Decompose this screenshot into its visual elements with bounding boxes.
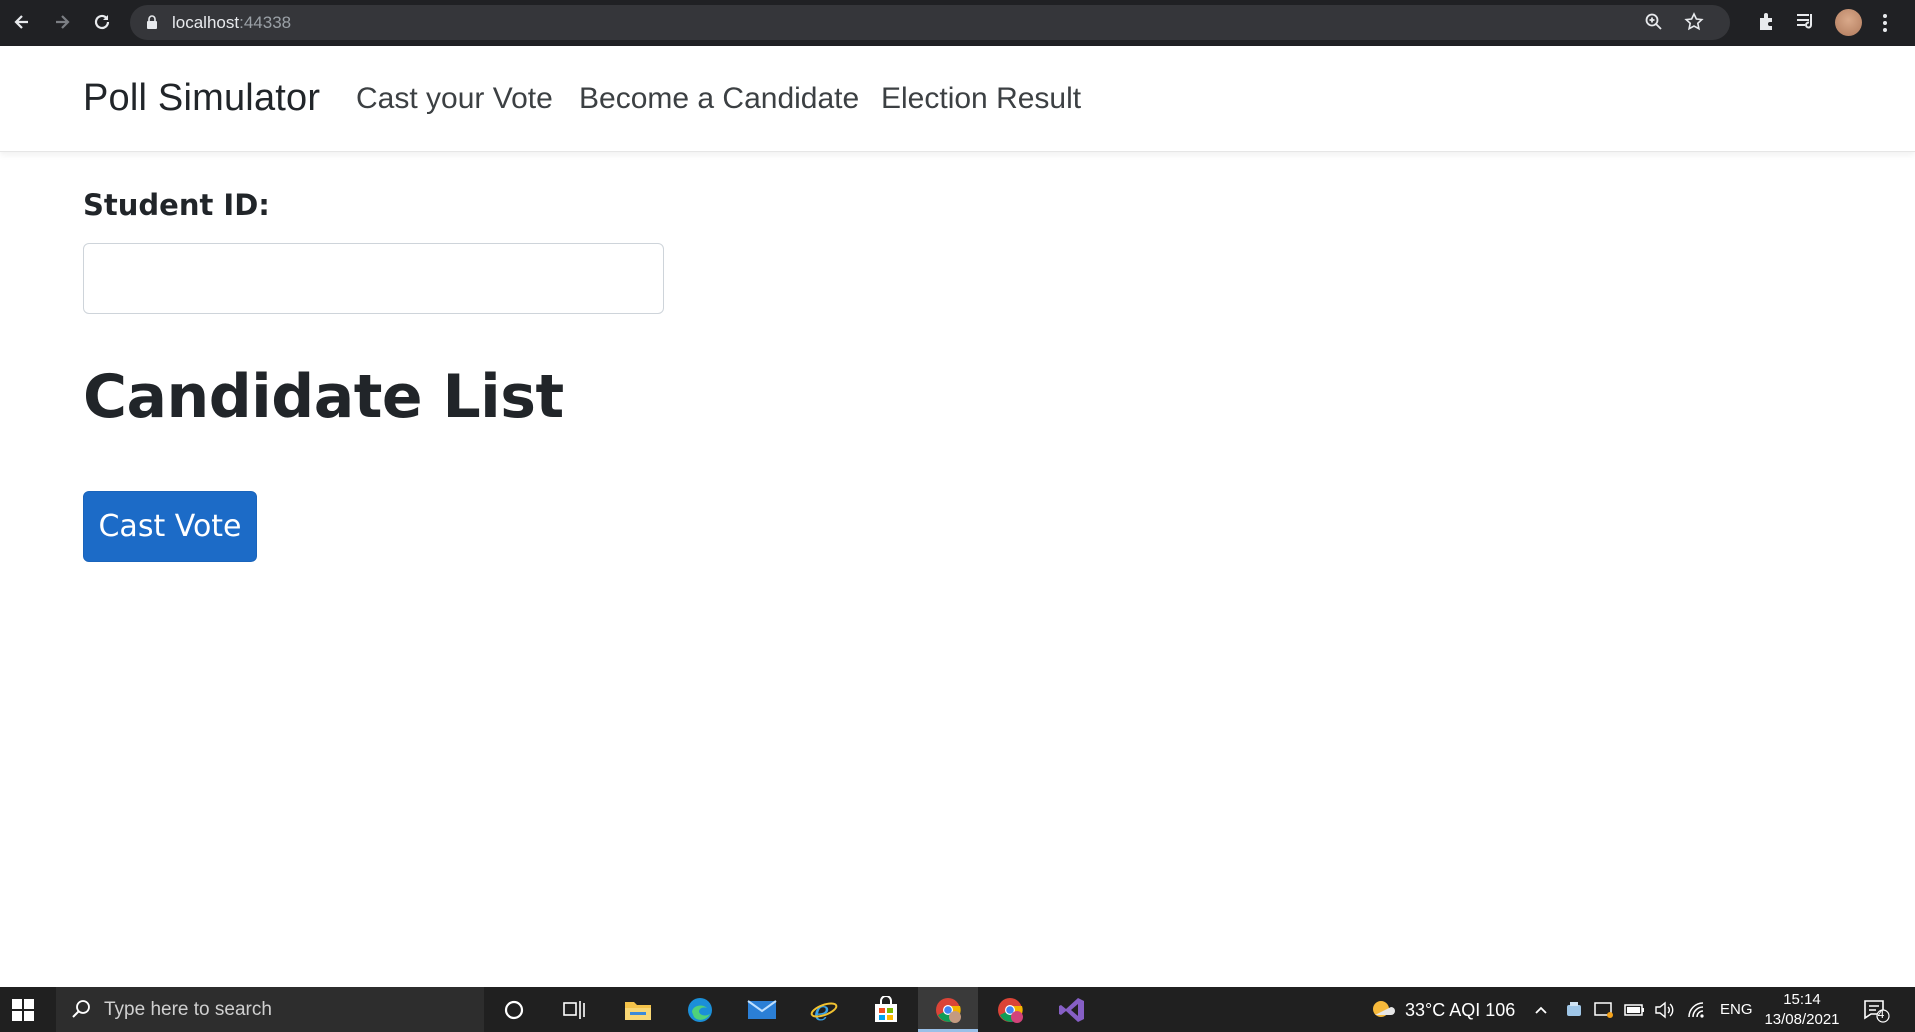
browser-toolbar: localhost:44338 xyxy=(0,0,1915,46)
search-placeholder: Type here to search xyxy=(104,999,272,1020)
language-indicator[interactable]: ENG xyxy=(1720,1001,1753,1018)
weather-icon[interactable] xyxy=(1366,994,1398,1026)
edge-browser-icon[interactable] xyxy=(684,994,716,1026)
address-bar[interactable]: localhost:44338 xyxy=(130,5,1730,40)
lock-icon xyxy=(146,15,158,34)
weather-text[interactable]: 33°C AQI 106 xyxy=(1405,1000,1515,1021)
brand-link[interactable]: Poll Simulator xyxy=(83,77,320,120)
profile-avatar[interactable] xyxy=(1835,9,1862,36)
task-view-icon[interactable] xyxy=(558,994,590,1026)
mail-icon[interactable] xyxy=(746,994,778,1026)
zoom-icon[interactable] xyxy=(1644,12,1664,36)
file-explorer-icon[interactable] xyxy=(622,994,654,1026)
bookmark-star-icon[interactable] xyxy=(1684,12,1704,36)
search-icon xyxy=(70,998,92,1024)
chrome-profile-icon[interactable] xyxy=(994,994,1026,1026)
internet-explorer-icon[interactable]: e xyxy=(808,994,840,1026)
nav-election-result[interactable]: Election Result xyxy=(881,82,1081,116)
microsoft-store-icon[interactable] xyxy=(870,994,902,1026)
volume-icon[interactable] xyxy=(1653,994,1677,1026)
back-icon[interactable] xyxy=(9,9,35,35)
clock-date[interactable]: 13/08/2021 xyxy=(1760,1011,1844,1028)
taskbar-search-box[interactable]: Type here to search xyxy=(56,987,484,1032)
forward-icon[interactable] xyxy=(49,9,75,35)
windows-start-icon[interactable] xyxy=(12,999,34,1021)
chrome-icon[interactable] xyxy=(932,994,964,1026)
browser-menu-icon[interactable] xyxy=(1882,10,1888,36)
reload-icon[interactable] xyxy=(89,9,115,35)
url-text: localhost:44338 xyxy=(172,13,292,32)
candidate-list-heading: Candidate List xyxy=(83,362,564,432)
cortana-icon[interactable] xyxy=(498,994,530,1026)
battery-icon[interactable] xyxy=(1623,994,1647,1026)
nav-cast-your-vote[interactable]: Cast your Vote xyxy=(356,82,553,116)
tray-app-icon[interactable] xyxy=(1563,994,1585,1026)
tray-chevron-up-icon[interactable] xyxy=(1530,994,1552,1026)
wifi-icon[interactable] xyxy=(1685,994,1709,1026)
extensions-puzzle-icon[interactable] xyxy=(1756,10,1778,36)
notification-count-badge: 4 xyxy=(1877,1007,1885,1021)
site-navbar: Poll Simulator Cast your Vote Become a C… xyxy=(0,46,1915,152)
nav-become-a-candidate[interactable]: Become a Candidate xyxy=(579,82,859,116)
tray-screen-icon[interactable] xyxy=(1593,994,1615,1026)
student-id-input[interactable] xyxy=(83,243,664,314)
clock-time[interactable]: 15:14 xyxy=(1760,991,1844,1008)
windows-taskbar: Type here to search e 33°C AQI 106 ENG 1… xyxy=(0,987,1915,1032)
svg-text:e: e xyxy=(814,997,829,1024)
student-id-label: Student ID: xyxy=(83,188,270,222)
cast-vote-button[interactable]: Cast Vote xyxy=(83,491,257,562)
media-queue-icon[interactable] xyxy=(1795,10,1817,36)
visual-studio-icon[interactable] xyxy=(1056,994,1088,1026)
